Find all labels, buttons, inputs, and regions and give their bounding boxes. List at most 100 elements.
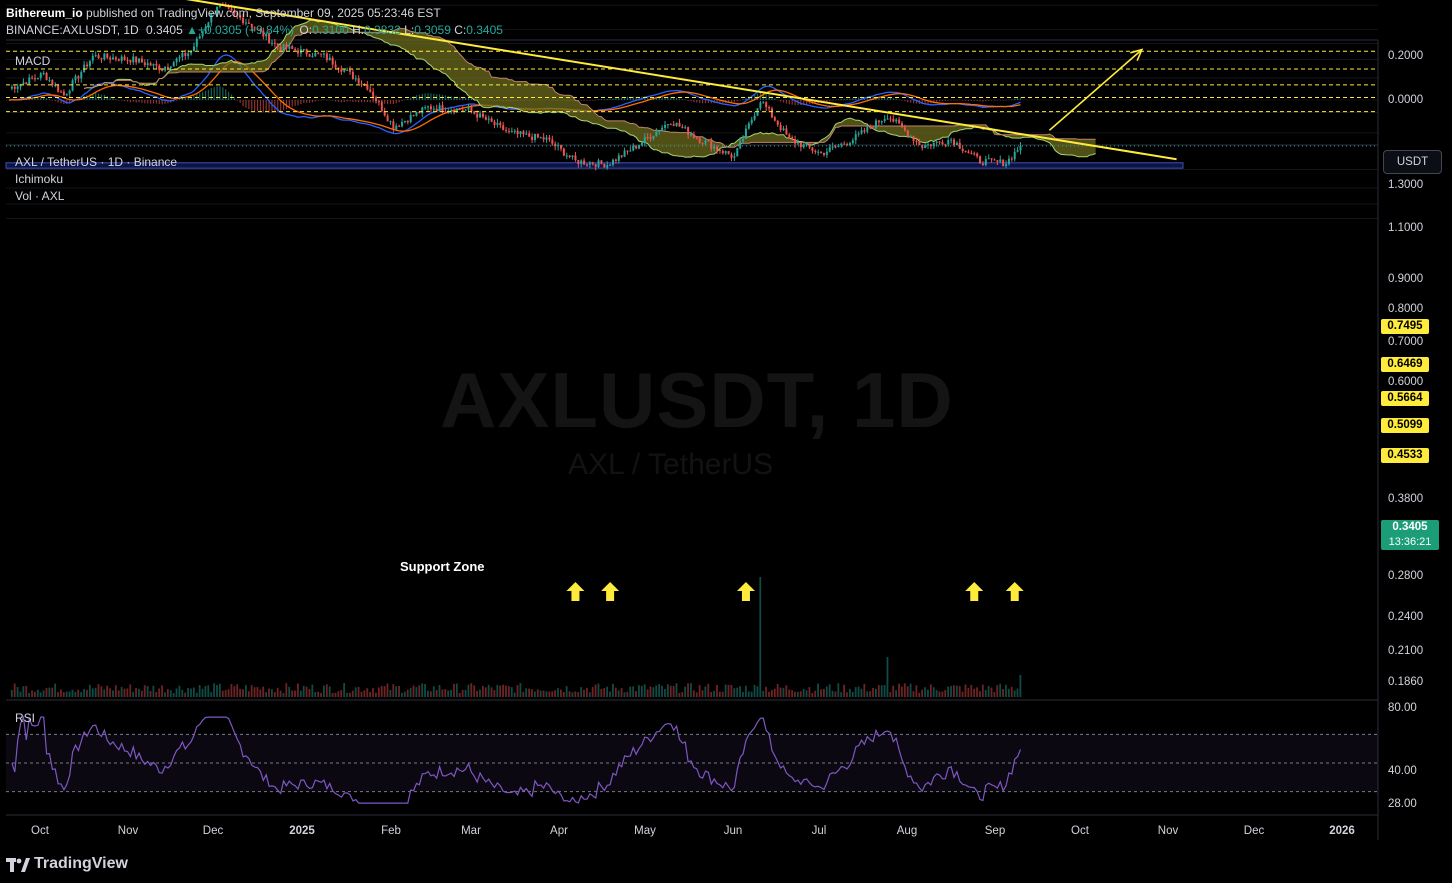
candle-body: [617, 155, 620, 161]
candle-body: [314, 52, 317, 57]
volume-bar: [481, 685, 484, 697]
candle-body: [811, 147, 814, 151]
volume-bar: [328, 686, 331, 697]
ichimoku-label[interactable]: Ichimoku: [15, 172, 63, 186]
candle-body: [473, 111, 476, 114]
candle-body: [990, 158, 993, 160]
candle-body: [996, 160, 999, 162]
volume-bar: [86, 689, 88, 697]
volume-bar: [39, 692, 42, 697]
volume-bar: [415, 687, 418, 697]
candle-body: [175, 58, 178, 63]
candle-body: [192, 46, 195, 52]
level-tag-2: 0.5664: [1381, 391, 1429, 406]
volume-bar: [895, 690, 898, 697]
macd-histogram-bar: [988, 100, 990, 101]
macd-histogram-bar: [687, 100, 689, 101]
volume-bar: [126, 688, 129, 697]
volume-bar: [533, 691, 536, 697]
candle-body: [516, 130, 519, 134]
macd-tick: 0.0000: [1388, 94, 1424, 106]
candle-body: [831, 146, 834, 148]
macd-histogram-bar: [242, 100, 244, 106]
date-tick: Nov: [117, 825, 139, 837]
macd-histogram-bar: [976, 100, 978, 101]
volume-bar: [473, 685, 476, 697]
candle-body: [906, 130, 909, 137]
candle-body: [161, 70, 164, 72]
candle-body: [903, 127, 906, 131]
volume-bar: [730, 684, 733, 697]
volume-bar: [979, 691, 981, 697]
candle-body: [158, 65, 161, 71]
volume-bar: [22, 686, 25, 697]
candle-body: [424, 107, 427, 109]
candle-body: [320, 53, 323, 55]
volume-bar: [837, 683, 840, 697]
candle-body: [597, 160, 600, 167]
candle-body: [294, 48, 297, 51]
candle-body: [973, 153, 976, 155]
macd-histogram-bar: [147, 100, 149, 104]
macd-histogram-bar: [840, 98, 842, 100]
macd-histogram-bar: [294, 100, 296, 106]
volume-bar: [337, 691, 340, 697]
volume-bar: [701, 690, 704, 697]
candle-body: [666, 124, 669, 126]
candle-body: [721, 150, 724, 154]
volume-bar: [250, 685, 253, 697]
macd-histogram-bar: [690, 100, 692, 102]
candle-body: [979, 156, 982, 164]
candle-body: [869, 126, 872, 128]
candle-body: [580, 160, 583, 164]
candle-body: [525, 133, 528, 135]
date-tick: Jun: [723, 825, 743, 837]
candle-body: [730, 154, 733, 158]
macd-histogram-bar: [228, 91, 230, 100]
rsi-label[interactable]: RSI: [15, 711, 35, 725]
macd-histogram-bar: [745, 97, 747, 100]
volume-bar: [279, 690, 282, 697]
volume-bar: [458, 692, 461, 697]
volume-bar: [776, 683, 779, 697]
volume-bar: [166, 689, 169, 697]
volume-bar: [247, 691, 250, 697]
macd-histogram-bar: [314, 100, 316, 102]
volume-bar: [744, 685, 747, 697]
macd-histogram-bar: [699, 100, 701, 104]
macd-histogram-bar: [401, 100, 403, 102]
currency-button[interactable]: USDT: [1383, 150, 1442, 174]
macd-histogram-bar: [236, 100, 238, 101]
volume-bar: [840, 692, 843, 697]
volume-bar: [531, 689, 533, 697]
volume-bar: [1016, 688, 1019, 697]
volume-bar: [389, 689, 392, 697]
volume-label[interactable]: Vol · AXL: [15, 189, 64, 203]
candle-body: [872, 127, 875, 129]
macd-histogram-bar: [904, 100, 906, 102]
volume-bar: [831, 690, 834, 697]
volume-bar: [103, 689, 106, 697]
macd-histogram-bar: [158, 100, 160, 105]
support-zone-label: Support Zone: [400, 559, 485, 574]
volume-bar: [259, 689, 262, 697]
candle-body: [308, 54, 311, 57]
candle-body: [877, 120, 880, 123]
candle-body: [993, 159, 996, 161]
volume-bar: [117, 690, 120, 697]
volume-bar: [158, 688, 161, 697]
macd-label[interactable]: MACD: [15, 54, 50, 68]
candle-body: [655, 131, 658, 136]
candle-body: [369, 89, 372, 92]
candle-body: [603, 163, 606, 168]
candle-body: [941, 142, 944, 145]
macd-histogram-bar: [846, 98, 848, 100]
tradingview-logo-text[interactable]: TradingView: [34, 855, 128, 873]
author-name[interactable]: Bithereum_io: [6, 6, 83, 20]
tradingview-logo-icon[interactable]: [6, 858, 30, 872]
volume-bar: [288, 686, 291, 697]
volume-bar: [505, 685, 507, 697]
macd-histogram-bar: [254, 100, 256, 112]
candle-body: [519, 131, 522, 134]
candle-body: [499, 122, 502, 126]
